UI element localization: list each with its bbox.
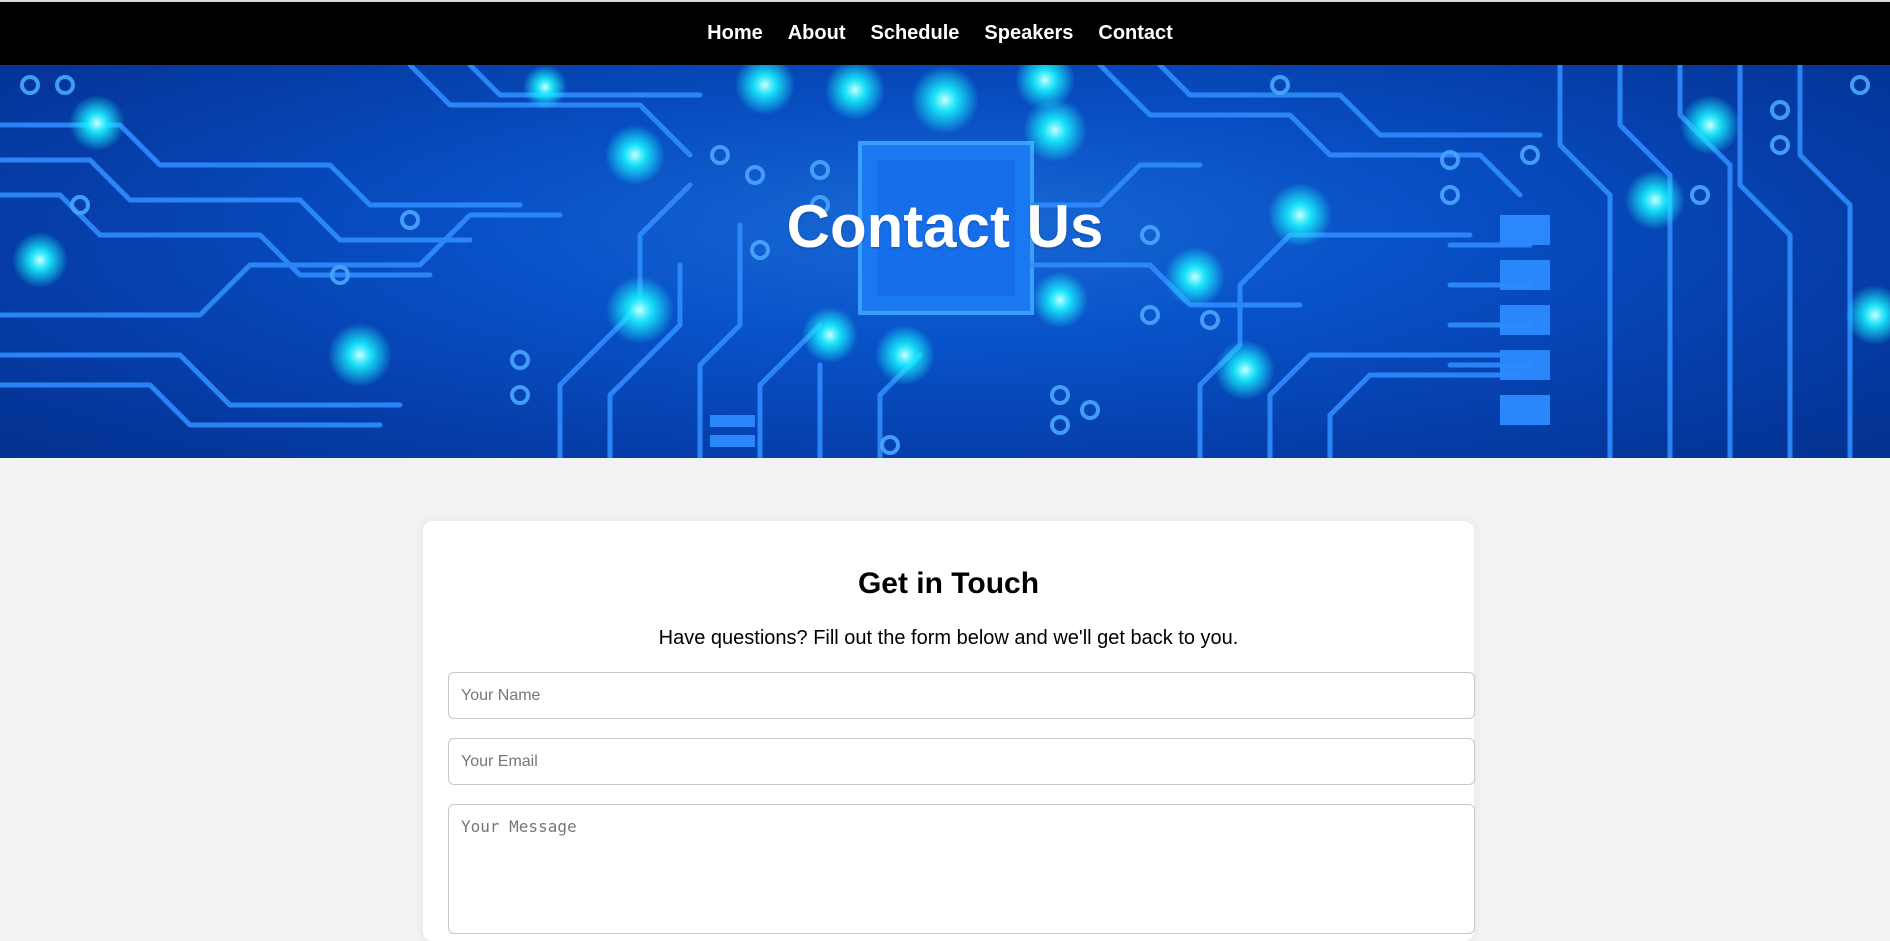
top-navigation-bar: Home About Schedule Speakers Contact [0, 0, 1890, 65]
nav-link-contact[interactable]: Contact [1098, 22, 1172, 45]
circuit-board-background [0, 65, 1890, 458]
contact-intro-text: Have questions? Fill out the form below … [658, 627, 1239, 649]
nav-link-schedule[interactable]: Schedule [871, 22, 960, 45]
nav-link-home[interactable]: Home [707, 22, 763, 45]
main-nav: Home About Schedule Speakers Contact [707, 22, 1173, 45]
contact-heading: Get in Touch [857, 567, 1040, 600]
nav-link-speakers[interactable]: Speakers [984, 22, 1073, 45]
hero-banner: Contact Us [0, 65, 1890, 458]
name-input[interactable] [448, 672, 1475, 719]
email-input[interactable] [448, 738, 1475, 785]
nav-link-about[interactable]: About [788, 22, 846, 45]
hero-title: Contact Us [786, 193, 1104, 260]
contact-card: Get in Touch Have questions? Fill out th… [423, 521, 1475, 941]
message-textarea[interactable] [448, 804, 1475, 934]
